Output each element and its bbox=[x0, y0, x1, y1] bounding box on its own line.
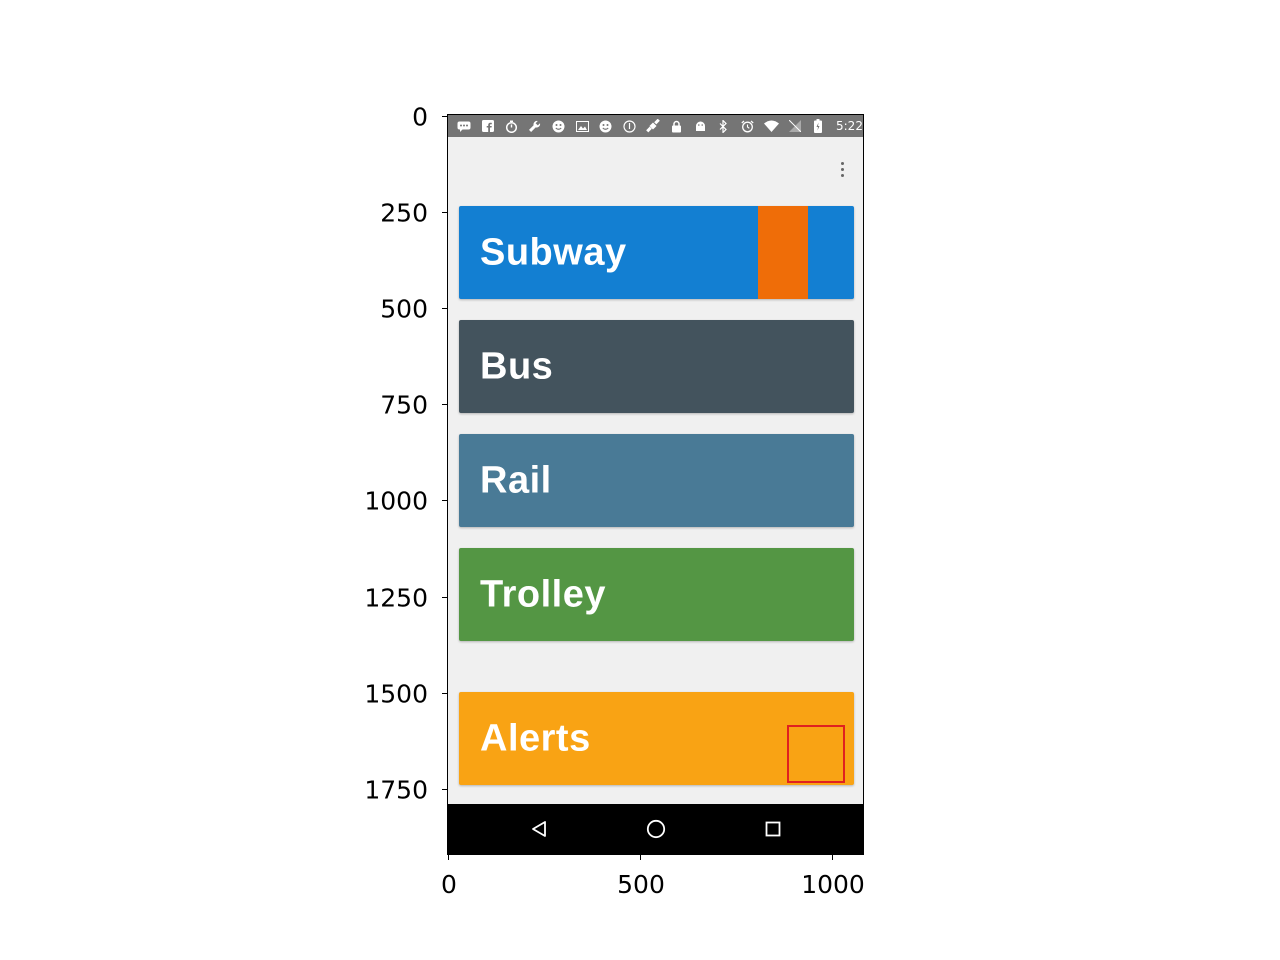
trolley-label: Trolley bbox=[480, 573, 606, 615]
subway-label: Subway bbox=[480, 231, 627, 273]
y-tick-label: 500 bbox=[380, 294, 428, 324]
y-tick bbox=[442, 500, 447, 502]
x-tick-label: 0 bbox=[441, 870, 457, 899]
android-icon bbox=[692, 115, 708, 137]
y-tick bbox=[442, 693, 447, 695]
bluetooth-icon bbox=[716, 115, 732, 137]
alarm-icon bbox=[740, 115, 756, 137]
y-tick-label: 250 bbox=[380, 198, 428, 228]
subway-accent-stripe bbox=[758, 206, 808, 299]
phone-screen: 5:22 Subway Bus Rail Trolley Alerts bbox=[447, 114, 864, 855]
alerts-tile[interactable]: Alerts bbox=[459, 692, 854, 785]
facebook-icon bbox=[480, 115, 496, 137]
y-tick bbox=[442, 308, 447, 310]
bus-tile[interactable]: Bus bbox=[459, 320, 854, 413]
y-tick bbox=[442, 116, 447, 118]
y-tick bbox=[442, 404, 447, 406]
smiley-icon bbox=[551, 115, 567, 137]
y-tick bbox=[442, 597, 447, 599]
subway-tile[interactable]: Subway bbox=[459, 206, 854, 299]
navigation-bar bbox=[448, 804, 863, 854]
bus-label: Bus bbox=[480, 345, 554, 387]
rail-label: Rail bbox=[480, 459, 552, 501]
y-tick-label: 0 bbox=[412, 102, 428, 132]
photo-icon bbox=[574, 115, 590, 137]
y-tick bbox=[442, 212, 447, 214]
overflow-menu-icon[interactable] bbox=[837, 159, 847, 179]
status-time: 5:22 bbox=[836, 119, 863, 133]
satellite-icon bbox=[645, 115, 661, 137]
back-icon[interactable] bbox=[519, 804, 559, 854]
x-tick bbox=[832, 855, 834, 860]
message-icon bbox=[456, 115, 472, 137]
smiley-icon bbox=[598, 115, 614, 137]
recents-icon[interactable] bbox=[753, 804, 793, 854]
trolley-tile[interactable]: Trolley bbox=[459, 548, 854, 641]
y-tick bbox=[442, 789, 447, 791]
info-icon bbox=[621, 115, 637, 137]
y-tick-label: 750 bbox=[380, 390, 428, 420]
x-tick bbox=[640, 855, 642, 860]
status-bar: 5:22 bbox=[448, 115, 863, 137]
y-tick-label: 1250 bbox=[364, 583, 428, 613]
lock-icon bbox=[669, 115, 685, 137]
wrench-icon bbox=[527, 115, 543, 137]
stopwatch-icon bbox=[503, 115, 519, 137]
no-sim-icon bbox=[787, 115, 803, 137]
y-tick-label: 1500 bbox=[364, 679, 428, 709]
alerts-label: Alerts bbox=[480, 717, 591, 759]
x-tick-label: 1000 bbox=[801, 870, 865, 899]
home-icon[interactable] bbox=[636, 804, 676, 854]
highlight-box bbox=[787, 725, 845, 783]
wifi-icon bbox=[763, 115, 779, 137]
x-tick bbox=[448, 855, 450, 860]
y-tick-label: 1750 bbox=[364, 775, 428, 805]
y-tick-label: 1000 bbox=[364, 486, 428, 516]
battery-icon bbox=[810, 115, 826, 137]
x-tick-label: 500 bbox=[617, 870, 665, 899]
rail-tile[interactable]: Rail bbox=[459, 434, 854, 527]
